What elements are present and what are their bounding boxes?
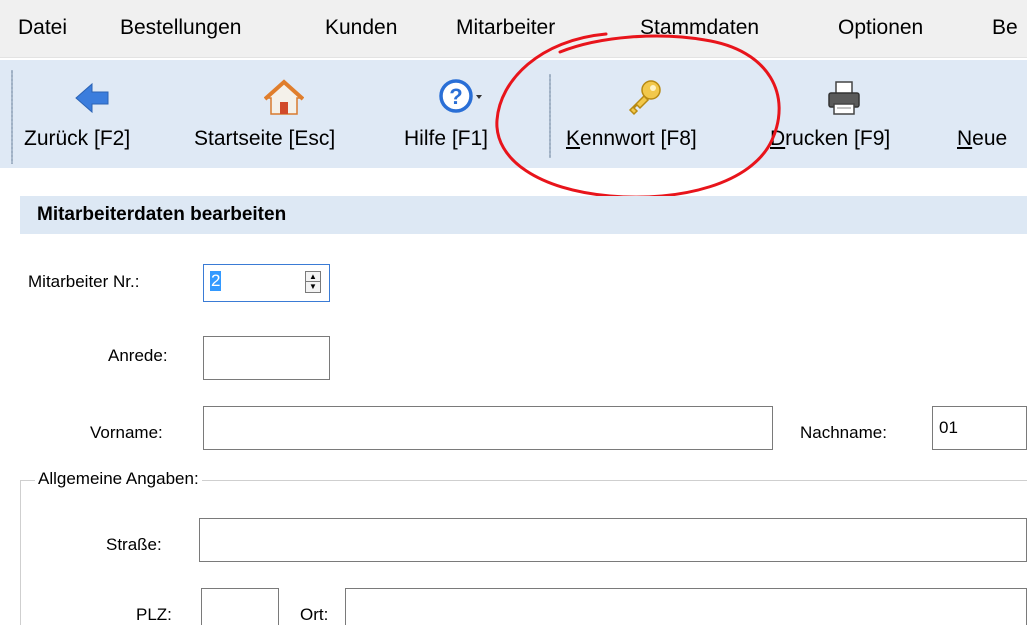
new-accelerator: N xyxy=(957,127,973,150)
print-button[interactable]: Drucken [F9] xyxy=(768,60,943,166)
toolbar-grip[interactable] xyxy=(11,70,13,164)
help-label: Hilfe [F1] xyxy=(404,127,489,150)
svg-text:?: ? xyxy=(449,84,462,109)
password-accelerator: K xyxy=(566,127,581,150)
menu-bestellungen[interactable]: Bestellungen xyxy=(120,16,241,40)
section-title: Mitarbeiterdaten bearbeiten xyxy=(20,196,1027,234)
employee-no-value: 2 xyxy=(210,271,222,291)
menu-mitarbeiter[interactable]: Mitarbeiter xyxy=(456,16,555,40)
lastname-label: Nachname: xyxy=(800,423,887,442)
home-label: Startseite [Esc] xyxy=(194,127,336,150)
menu-optionen[interactable]: Optionen xyxy=(838,16,923,40)
menu-kunden[interactable]: Kunden xyxy=(325,16,397,40)
print-accelerator: D xyxy=(770,127,786,150)
firstname-field[interactable] xyxy=(203,406,773,450)
salutation-field[interactable] xyxy=(203,336,330,380)
stepper-arrows[interactable]: ▲ ▼ xyxy=(305,271,321,293)
password-button[interactable]: Kennwort [F8] xyxy=(564,60,754,166)
firstname-label: Vorname: xyxy=(90,423,163,442)
help-button[interactable]: ? Hilfe [F1] xyxy=(402,60,532,166)
city-field[interactable] xyxy=(345,588,1027,625)
stepper-down-icon[interactable]: ▼ xyxy=(306,282,320,292)
back-arrow-icon xyxy=(75,82,109,114)
lastname-field[interactable]: 01 xyxy=(932,406,1027,450)
general-info-title: Allgemeine Angaben: xyxy=(35,469,202,489)
zip-label: PLZ: xyxy=(136,605,172,624)
stepper-up-icon[interactable]: ▲ xyxy=(306,272,320,282)
menu-bar: Datei Bestellungen Kunden Mitarbeiter St… xyxy=(0,0,1027,58)
new-button[interactable]: Neue xyxy=(955,60,1027,166)
back-button[interactable]: Zurück [F2] xyxy=(20,60,188,166)
toolbar: Zurück [F2] Startseite [Esc] ? Hilfe [F1… xyxy=(0,60,1027,168)
password-label: Kennwort [F8] xyxy=(566,127,697,151)
key-icon xyxy=(628,80,661,116)
home-icon xyxy=(264,79,304,115)
employee-no-label: Mitarbeiter Nr.: xyxy=(28,272,140,291)
back-label: Zurück [F2] xyxy=(24,127,131,150)
print-label: Drucken [F9] xyxy=(770,127,890,151)
new-label-rest: eue xyxy=(972,127,1008,150)
home-button[interactable]: Startseite [Esc] xyxy=(192,60,392,166)
menu-be[interactable]: Be xyxy=(992,16,1018,40)
street-field[interactable] xyxy=(199,518,1027,562)
street-label: Straße: xyxy=(106,535,162,554)
menu-datei[interactable]: Datei xyxy=(18,16,67,40)
new-label: Neue xyxy=(957,127,1007,151)
print-label-rest: rucken [F9] xyxy=(785,127,891,150)
password-label-rest: ennwort [F8] xyxy=(580,127,697,150)
help-icon: ? xyxy=(439,79,482,113)
zip-field[interactable] xyxy=(201,588,279,625)
printer-icon xyxy=(828,81,860,115)
city-label: Ort: xyxy=(300,605,329,624)
toolbar-separator xyxy=(549,74,551,158)
menu-stammdaten[interactable]: Stammdaten xyxy=(640,16,759,40)
employee-no-stepper[interactable]: 2 ▲ ▼ xyxy=(203,264,330,302)
salutation-label: Anrede: xyxy=(108,346,168,365)
